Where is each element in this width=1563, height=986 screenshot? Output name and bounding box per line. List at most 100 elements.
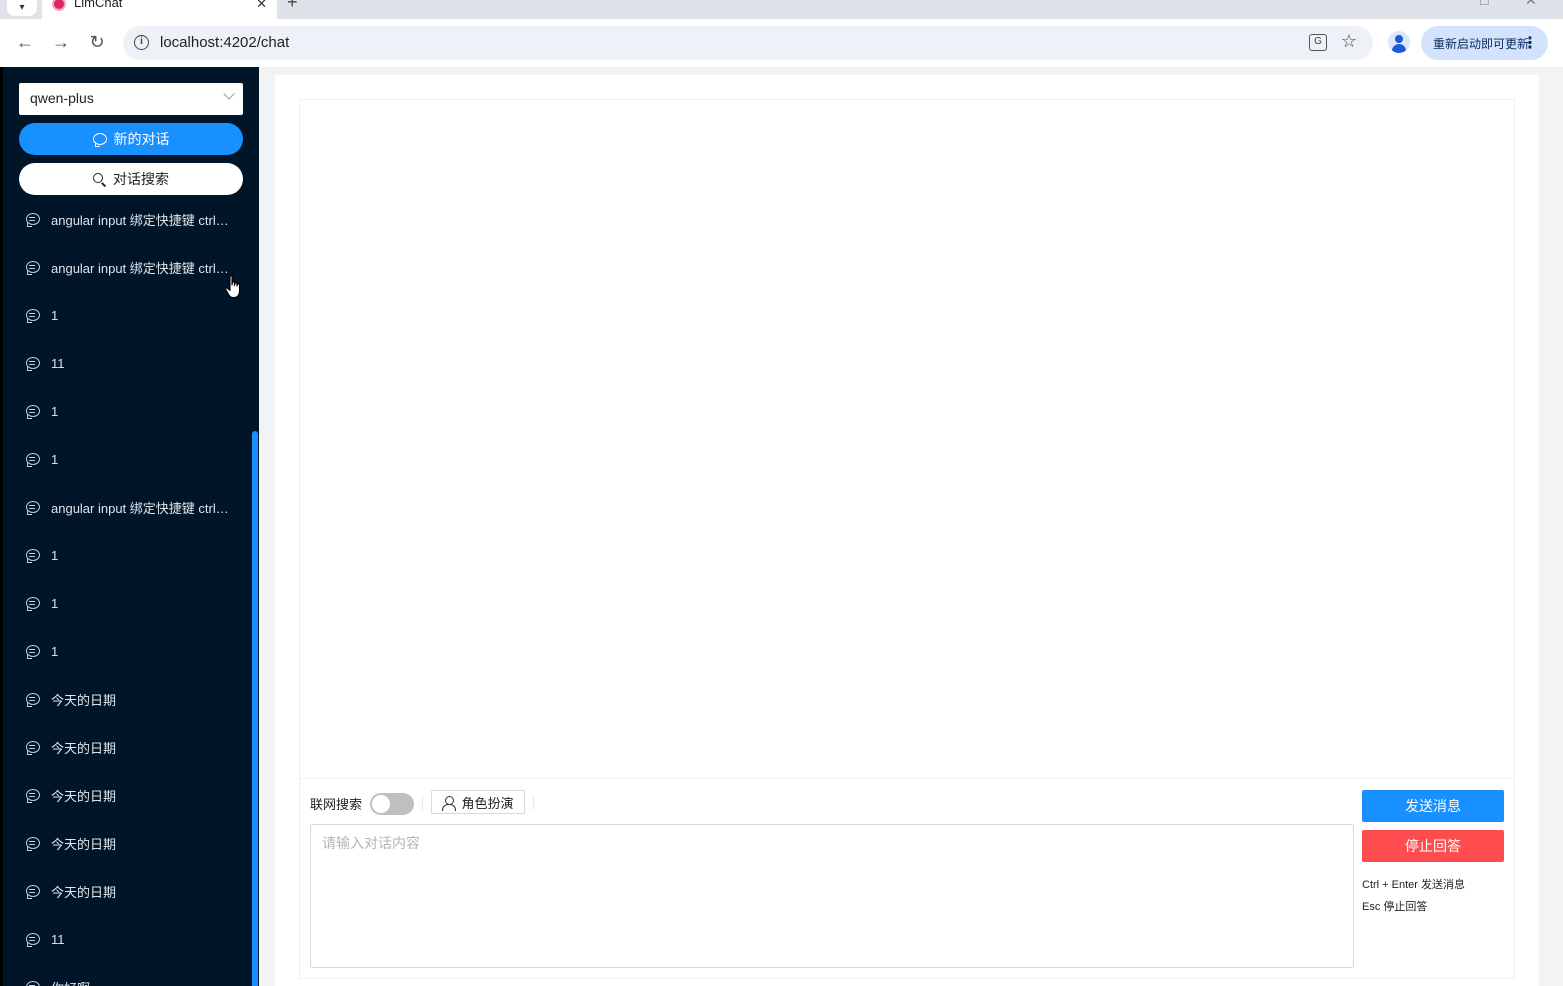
conversation-title: 今天的日期 [51,788,117,804]
conversation-title: 1 [51,547,59,563]
conversation-title: angular input 绑定快捷键 ctrl+enter [51,260,233,276]
new-tab-icon[interactable]: + [287,0,298,13]
conversation-title: 今天的日期 [51,884,117,900]
send-message-label: 发送消息 [1405,798,1461,814]
chat-bubble-icon [26,453,40,467]
conversation-title: 1 [51,451,59,467]
maximize-icon[interactable]: □ [1480,0,1488,8]
conversation-item[interactable]: 1 [3,531,253,579]
browser-tab[interactable]: LlmChat ✕ [42,0,277,19]
message-input[interactable] [310,824,1354,968]
conversation-item[interactable]: 1 [3,579,253,627]
conversation-title: 今天的日期 [51,740,117,756]
conversation-title: 1 [51,307,59,323]
divider [533,796,534,810]
conversation-title: 11 [51,931,65,947]
conversation-item[interactable]: angular input 绑定快捷键 ctrl+enter [3,243,253,291]
url-text[interactable]: localhost:4202/chat [160,34,289,51]
new-chat-button[interactable]: 新的对话 [19,123,243,155]
sidebar: qwen-plus 新的对话 对话搜索 angular input 绑定快捷键 … [0,67,259,986]
conversation-item[interactable]: 1 [3,435,253,483]
tab-close-icon[interactable]: ✕ [256,0,267,12]
search-icon [93,173,105,185]
stop-answer-button[interactable]: 停止回答 [1362,830,1504,862]
translate-icon[interactable]: G [1309,34,1327,51]
forward-arrow-icon[interactable]: → [48,29,74,55]
conversation-title: 11 [51,355,65,371]
chat-bubble-icon [26,213,40,227]
chat-bubble-icon [26,789,40,803]
chat-bubble-icon [26,933,40,947]
reload-icon[interactable]: ↻ [84,29,110,55]
address-bar[interactable]: i localhost:4202/chat G ☆ [123,26,1373,60]
model-select[interactable]: qwen-plus [19,83,243,115]
conversation-item[interactable]: 今天的日期 [3,723,253,771]
conversation-item[interactable]: 1 [3,387,253,435]
chat-bubble-icon [26,885,40,899]
conversation-title: angular input 绑定快捷键 ctrl+enter [51,500,233,516]
profile-avatar-icon[interactable] [1388,31,1410,53]
conversation-item[interactable]: 1 [3,291,253,339]
web-search-label: 联网搜索 [310,797,363,812]
chat-bubble-icon [26,981,40,986]
window-close-icon[interactable]: ✕ [1525,0,1537,9]
role-play-button[interactable]: 角色扮演 [431,790,525,814]
update-button-label: 重新启动即可更新 [1433,36,1530,51]
chat-bubble-icon [26,693,40,707]
message-icon [92,133,107,147]
conversation-item[interactable]: 今天的日期 [3,675,253,723]
update-button[interactable]: 重新启动即可更新 ⋮ [1421,26,1548,60]
conversation-title: 1 [51,595,59,611]
send-message-button[interactable]: 发送消息 [1362,790,1504,822]
sidebar-scrollbar[interactable] [252,431,258,986]
divider [422,796,423,810]
tab-title: LlmChat [74,0,123,10]
hand-cursor-icon [225,275,241,299]
conversation-title: angular input 绑定快捷键 ctrl+enter [51,212,233,228]
more-menu-icon[interactable]: ⋮ [1522,33,1538,53]
conversation-item[interactable]: 11 [3,915,253,963]
chat-bubble-icon [26,357,40,371]
chat-bubble-icon [26,597,40,611]
conversation-item[interactable]: angular input 绑定快捷键 ctrl+enter [3,483,253,531]
web-search-toggle[interactable] [370,793,414,815]
browser-toolbar: ← → ↻ i localhost:4202/chat G ☆ 重新启动即可更新… [0,19,1563,67]
conversation-title: 你好啊 [51,978,90,986]
chat-bubble-icon [26,405,40,419]
conversation-title: 1 [51,643,59,659]
back-arrow-icon[interactable]: ← [12,29,38,55]
conversation-title: 1 [51,403,59,419]
role-play-label: 角色扮演 [461,795,514,811]
conversation-item[interactable]: 1 [3,627,253,675]
conversation-title: 今天的日期 [51,836,117,852]
conversation-item[interactable]: 11 [3,339,253,387]
chat-bubble-icon [26,837,40,851]
conversation-item[interactable]: 今天的日期 [3,867,253,915]
chat-bubble-icon [26,309,40,323]
conversation-item[interactable]: 今天的日期 [3,771,253,819]
search-chat-label: 对话搜索 [113,171,169,187]
conversation-item[interactable]: 今天的日期 [3,819,253,867]
app-favicon-icon [52,0,66,11]
conversation-item[interactable]: angular input 绑定快捷键 ctrl+enter [3,195,253,243]
conversation-title: 今天的日期 [51,692,117,708]
chat-bubble-icon [26,261,40,275]
site-info-icon[interactable]: i [134,35,149,50]
browser-tabstrip: ▾ LlmChat ✕ + □ ✕ [0,0,1563,19]
send-shortcut-hint: Ctrl + Enter 发送消息 [1362,879,1465,891]
chat-bubble-icon [26,645,40,659]
new-chat-label: 新的对话 [113,131,170,147]
search-chat-button[interactable]: 对话搜索 [19,163,243,195]
stop-answer-label: 停止回答 [1405,838,1461,854]
user-icon [442,795,457,811]
chat-bubble-icon [26,549,40,563]
chevron-down-icon [223,88,235,100]
tab-search-button[interactable]: ▾ [7,0,37,16]
message-area [299,99,1515,779]
model-select-value: qwen-plus [30,90,94,106]
conversation-item[interactable]: 你好啊 [3,963,253,986]
conversation-list: angular input 绑定快捷键 ctrl+enter angular i… [3,195,253,986]
bookmark-star-icon[interactable]: ☆ [1341,31,1357,52]
stop-shortcut-hint: Esc 停止回答 [1362,901,1428,913]
chat-bubble-icon [26,501,40,515]
